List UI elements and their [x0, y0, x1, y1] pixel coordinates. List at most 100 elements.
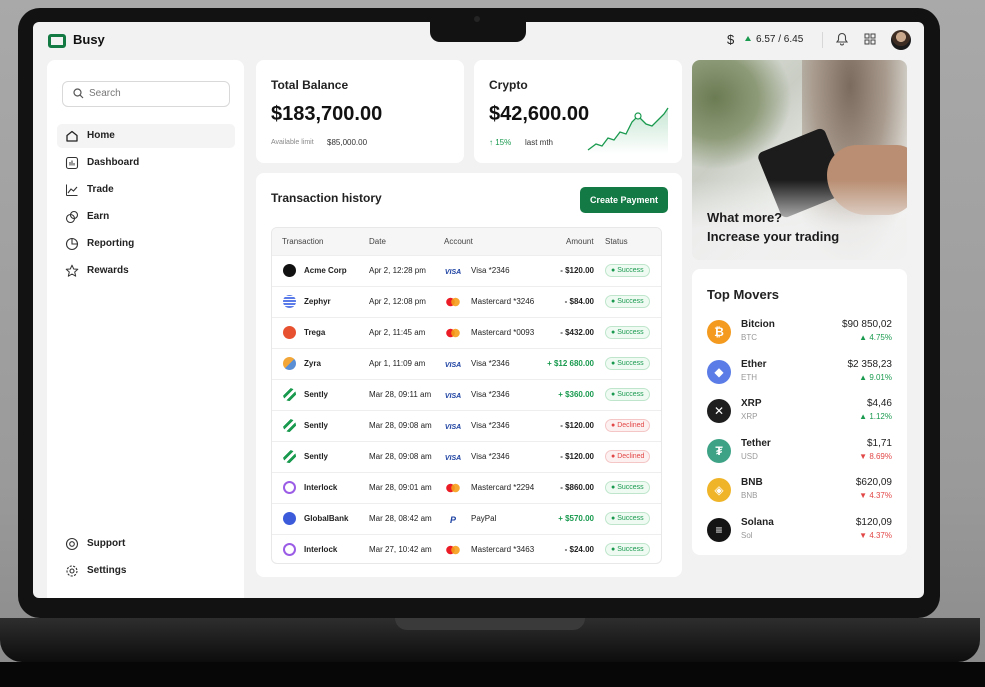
column-header[interactable]: Status — [605, 237, 628, 246]
total-balance-card: Total Balance $183,700.00 Available limi… — [256, 60, 464, 163]
crypto-title: Crypto — [489, 78, 528, 92]
sidebar-item-settings[interactable]: Settings — [57, 559, 235, 583]
column-header[interactable]: Account — [444, 237, 473, 246]
table-row[interactable]: Acme Corp Apr 2, 12:28 pm VISA Visa *2346 - … — [272, 255, 661, 286]
coin-change: ▼ 4.37% — [859, 531, 892, 540]
status-label: Success — [617, 267, 644, 274]
coin-symbol: BTC — [741, 333, 757, 342]
earn-icon — [65, 210, 79, 224]
settings-icon — [66, 565, 78, 577]
promo-line-1: What more? — [707, 210, 783, 225]
merchant-name: Trega — [304, 328, 326, 337]
transaction-date: Mar 28, 09:01 am — [369, 483, 432, 492]
sidebar-item-support[interactable]: Support — [57, 532, 235, 556]
sidebar-item-label: Dashboard — [87, 157, 140, 168]
user-avatar[interactable] — [891, 30, 911, 50]
create-payment-button[interactable]: Create Payment — [580, 187, 668, 213]
account-name: Visa *2346 — [471, 359, 510, 368]
table-row[interactable]: GlobalBank Mar 28, 08:42 am P PayPal + $570.… — [272, 503, 661, 534]
svg-text:P: P — [450, 515, 457, 524]
merchant-logo-icon — [283, 388, 296, 401]
laptop-base — [0, 618, 980, 662]
merchant-name: Acme Corp — [304, 266, 347, 275]
transaction-date: Mar 27, 10:42 am — [369, 545, 432, 554]
sol-coin-icon: ≡ — [707, 518, 731, 542]
coin-symbol: USD — [741, 451, 758, 461]
transaction-amount: - $120.00 — [560, 452, 594, 461]
sidebar-item-dashboard[interactable]: Dashboard — [57, 151, 235, 175]
account-name: Mastercard *0093 — [471, 328, 535, 337]
status-badge: ● Success — [605, 543, 650, 556]
coin-name: Ether — [741, 358, 767, 370]
sidebar-item-label: Settings — [87, 565, 127, 576]
transaction-date: Mar 28, 09:08 am — [369, 421, 432, 430]
search-input[interactable]: Search — [62, 81, 230, 107]
transaction-history-title: Transaction history — [271, 191, 382, 205]
home-icon — [66, 130, 78, 142]
merchant-logo-icon — [283, 419, 296, 432]
laptop-hinge — [395, 618, 585, 630]
account-name: Visa *2346 — [471, 421, 510, 430]
status-label: Success — [617, 298, 644, 305]
table-row[interactable]: Interlock Mar 28, 09:01 am Mastercard *229… — [272, 472, 661, 503]
visa-icon: VISA — [445, 269, 461, 276]
status-label: Success — [617, 329, 644, 336]
coin-name: Solana — [741, 517, 774, 528]
transaction-amount: - $84.00 — [564, 297, 594, 306]
search-icon — [73, 88, 84, 99]
coin-name: BNB — [741, 477, 763, 489]
sidebar-item-earn[interactable]: Earn — [57, 205, 235, 229]
sidebar-item-rewards[interactable]: Rewards — [57, 259, 235, 283]
merchant-logo-icon — [283, 543, 296, 556]
merchant-name: Sently — [304, 390, 329, 399]
table-row[interactable]: Zyra Apr 1, 11:09 am VISA Visa *2346 + $12 6… — [272, 348, 661, 379]
svg-text:VISA: VISA — [445, 424, 461, 431]
column-header[interactable]: Transaction — [282, 237, 324, 246]
coin-price: $4,46 — [866, 398, 892, 410]
camera-notch — [430, 10, 526, 42]
status-badge: ● Success — [605, 264, 650, 277]
coin-price: $120,09 — [855, 517, 892, 528]
dollar-icon[interactable]: $ — [727, 32, 734, 47]
mastercard-icon — [446, 545, 460, 555]
sidebar-item-home[interactable]: Home — [57, 124, 235, 148]
app-name: Busy — [73, 32, 105, 47]
column-header[interactable]: Date — [369, 237, 386, 246]
reporting-icon — [65, 237, 79, 251]
promo-banner[interactable]: What more? Increase your trading — [692, 60, 907, 260]
transaction-amount: + $360.00 — [558, 390, 594, 399]
mover-item[interactable]: ✕ XRP XRP $4,46 ▲ 1.12% — [707, 396, 892, 430]
sidebar-item-label: Earn — [87, 211, 110, 222]
table-row[interactable]: Sently Mar 28, 09:08 am VISA Visa *2346 - $1… — [272, 410, 661, 441]
svg-text:VISA: VISA — [445, 269, 461, 276]
limit-value: $85,000.00 — [327, 138, 368, 147]
bell-icon[interactable] — [836, 32, 848, 46]
table-row[interactable]: Interlock Mar 27, 10:42 am Mastercard *346… — [272, 534, 661, 563]
merchant-logo-icon — [283, 264, 296, 277]
mover-item[interactable]: ≡ Solana Sol $120,09 ▼ 4.37% — [707, 515, 892, 549]
support-icon — [65, 537, 79, 551]
coin-symbol: BNB — [741, 491, 758, 501]
table-header: Transaction Date Account Amount Status — [272, 228, 661, 255]
mover-item[interactable]: ◆ Ether ETH $2 358,23 ▲ 9.01% — [707, 357, 892, 391]
top-movers-card: Top Movers ₿ Bitcion BTC $90 850,02 ▲ 4.75% ◆… — [692, 269, 907, 555]
camera — [474, 16, 480, 22]
balance-amount: $183,700.00 — [271, 103, 383, 125]
status-label: Success — [617, 515, 644, 522]
coin-change: ▲ 1.12% — [859, 412, 892, 422]
table-row[interactable]: Trega Apr 2, 11:45 am Mastercard *0093 - $4… — [272, 317, 661, 348]
visa-icon: VISA — [445, 362, 461, 369]
mover-item[interactable]: ◈ BNB BNB $620,09 ▼ 4.37% — [707, 475, 892, 509]
column-header[interactable]: Amount — [566, 237, 594, 246]
merchant-logo-icon — [283, 450, 296, 463]
merchant-logo-icon — [283, 357, 296, 370]
account-name: Visa *2346 — [471, 390, 510, 399]
mover-item[interactable]: ₮ Tether USD $1,71 ▼ 8.69% — [707, 436, 892, 470]
table-row[interactable]: Sently Mar 28, 09:11 am VISA Visa *2346 + $3… — [272, 379, 661, 410]
table-row[interactable]: Zephyr Apr 2, 12:08 pm Mastercard *3246 - $… — [272, 286, 661, 317]
mover-item[interactable]: ₿ Bitcion BTC $90 850,02 ▲ 4.75% — [707, 317, 892, 351]
table-row[interactable]: Sently Mar 28, 09:08 am VISA Visa *2346 - $1… — [272, 441, 661, 472]
sidebar-item-trade[interactable]: Trade — [57, 178, 235, 202]
sidebar-item-reporting[interactable]: Reporting — [57, 232, 235, 256]
apps-grid-icon[interactable] — [864, 33, 876, 45]
